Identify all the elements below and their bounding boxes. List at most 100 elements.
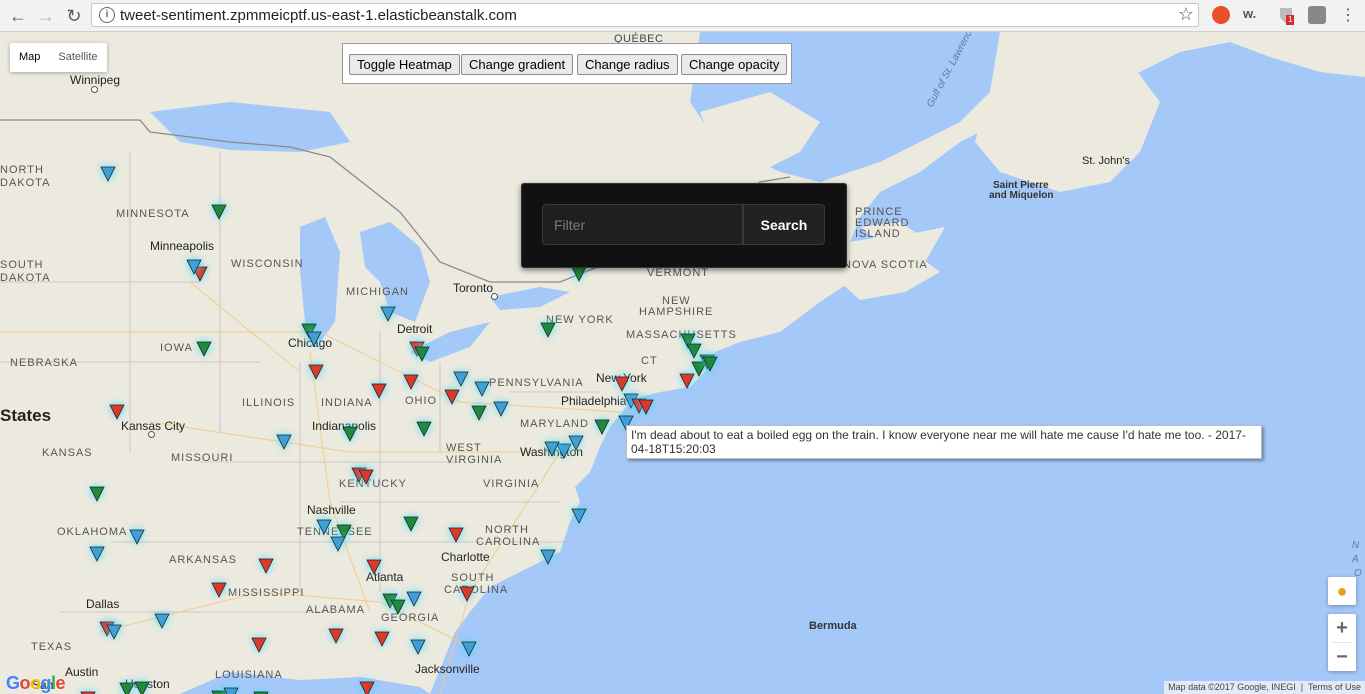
marker-pin-icon [459, 586, 475, 602]
label-austin: Austin [65, 665, 99, 679]
label-illinois: ILLINOIS [242, 397, 296, 409]
label-alabama: ALABAMA [306, 604, 365, 616]
change-radius-button[interactable]: Change radius [577, 54, 678, 75]
marker-pin-icon [594, 419, 610, 435]
extension-puzzle-icon[interactable] [1308, 6, 1326, 24]
zoom-in-button[interactable]: + [1328, 614, 1356, 642]
marker-pin-icon [493, 401, 509, 417]
label-oklahoma: OKLAHOMA [57, 526, 128, 538]
map-base [0, 32, 1365, 694]
marker-pin-icon [328, 628, 344, 644]
label-minnesota: MINNESOTA [116, 208, 190, 220]
city-dot [91, 86, 98, 93]
marker-pin-icon [416, 421, 432, 437]
label-prince-edward-3: ISLAND [855, 228, 901, 240]
marker-pin-icon [380, 306, 396, 322]
label-indiana: INDIANA [321, 397, 373, 409]
extension-icon[interactable] [1212, 6, 1230, 24]
marker-pin-icon [89, 546, 105, 562]
marker-pin-icon [106, 624, 122, 640]
marker-pin-icon [444, 389, 460, 405]
forward-icon[interactable]: → [34, 4, 58, 28]
marker-pin-icon [461, 641, 477, 657]
label-ocean-2: A [1352, 554, 1359, 565]
marker-pin-icon [544, 441, 560, 457]
address-bar[interactable]: i tweet-sentiment.zpmmeicptf.us-east-1.e… [91, 3, 1199, 27]
marker-pin-icon [571, 508, 587, 524]
marker-pin-icon [410, 639, 426, 655]
tweet-info-window: I'm dead about to eat a boiled egg on th… [626, 425, 1262, 459]
change-gradient-button[interactable]: Change gradient [461, 54, 574, 75]
marker-pin-icon [196, 341, 212, 357]
marker-pin-icon [100, 166, 116, 182]
label-jacksonville: Jacksonville [415, 662, 480, 676]
label-south-carolina-2: CAROLINA [444, 584, 509, 596]
marker-pin-icon [129, 529, 145, 545]
marker-pin-icon [474, 381, 490, 397]
label-south-dakota-2: DAKOTA [0, 272, 51, 284]
toggle-heatmap-button[interactable]: Toggle Heatmap [349, 54, 460, 75]
map-canvas[interactable]: QUÉBEC Winnipeg NORTH DAKOTA MINNESOTA M… [0, 32, 1365, 694]
label-ct: CT [641, 355, 658, 367]
marker-pin-icon [403, 374, 419, 390]
zoom-out-button[interactable]: − [1328, 643, 1356, 671]
marker-pin-icon [251, 637, 267, 653]
google-logo[interactable]: Google [6, 673, 66, 694]
marker-pin-icon [403, 516, 419, 532]
map-type-map-button[interactable]: Map [10, 43, 49, 72]
marker-pin-icon [448, 527, 464, 543]
label-west-virginia-2: VIRGINIA [446, 454, 503, 466]
marker-pin-icon [154, 613, 170, 629]
change-opacity-button[interactable]: Change opacity [681, 54, 788, 75]
extension-w-icon[interactable]: w. [1243, 6, 1261, 24]
label-nova-scotia: NOVA SCOTIA [843, 259, 928, 271]
search-button[interactable]: Search [743, 204, 825, 245]
label-philadelphia: Philadelphia [561, 394, 627, 408]
label-north-carolina-2: CAROLINA [476, 536, 541, 548]
label-mississippi: MISSISSIPPI [228, 587, 305, 599]
label-new-hampshire-2: HAMPSHIRE [639, 306, 714, 318]
label-bermuda: Bermuda [809, 620, 857, 632]
street-view-pegman-icon[interactable]: ● [1328, 577, 1356, 605]
label-pennsylvania: PENNSYLVANIA [489, 377, 584, 389]
marker-pin-icon [258, 558, 274, 574]
marker-pin-icon [308, 364, 324, 380]
url-text[interactable]: tweet-sentiment.zpmmeicptf.us-east-1.ela… [120, 7, 517, 24]
menu-icon[interactable]: ⋮ [1336, 4, 1360, 28]
marker-pin-icon [540, 322, 556, 338]
marker-pin-icon [89, 486, 105, 502]
bookmark-star-icon[interactable]: ☆ [1178, 4, 1194, 25]
label-wisconsin: WISCONSIN [231, 258, 304, 270]
terms-link[interactable]: Terms of Use [1308, 682, 1361, 692]
back-icon[interactable]: ← [6, 4, 30, 28]
search-panel: Search [521, 183, 847, 268]
marker-pin-icon [358, 469, 374, 485]
label-kansas: KANSAS [42, 447, 93, 459]
map-data-text: Map data ©2017 Google, INEGI [1168, 682, 1296, 692]
extension-shield-icon[interactable]: 1 [1277, 6, 1295, 25]
label-virginia: VIRGINIA [483, 478, 540, 490]
label-north-dakota-2: DAKOTA [0, 177, 51, 189]
map-type-control: Map Satellite [10, 43, 107, 72]
filter-input[interactable] [542, 204, 743, 245]
label-vermont: VERMONT [647, 267, 709, 279]
label-maryland: MARYLAND [520, 418, 589, 430]
info-icon[interactable]: i [99, 7, 115, 23]
map-type-satellite-button[interactable]: Satellite [49, 43, 106, 72]
marker-pin-icon [366, 559, 382, 575]
label-saint-pierre-2: and Miquelon [989, 190, 1054, 201]
browser-toolbar: ← → ↻ i tweet-sentiment.zpmmeicptf.us-ea… [0, 0, 1365, 32]
marker-pin-icon [702, 356, 718, 372]
marker-pin-icon [253, 691, 269, 694]
city-dot [148, 431, 155, 438]
label-ohio: OHIO [405, 395, 438, 407]
reload-icon[interactable]: ↻ [62, 4, 86, 28]
label-south-dakota-1: SOUTH [0, 259, 44, 271]
marker-pin-icon [453, 371, 469, 387]
label-charlotte: Charlotte [441, 550, 490, 564]
marker-pin-icon [186, 259, 202, 275]
marker-pin-icon [342, 426, 358, 442]
label-arkansas: ARKANSAS [169, 554, 237, 566]
label-texas: TEXAS [31, 641, 73, 653]
marker-pin-icon [390, 599, 406, 615]
